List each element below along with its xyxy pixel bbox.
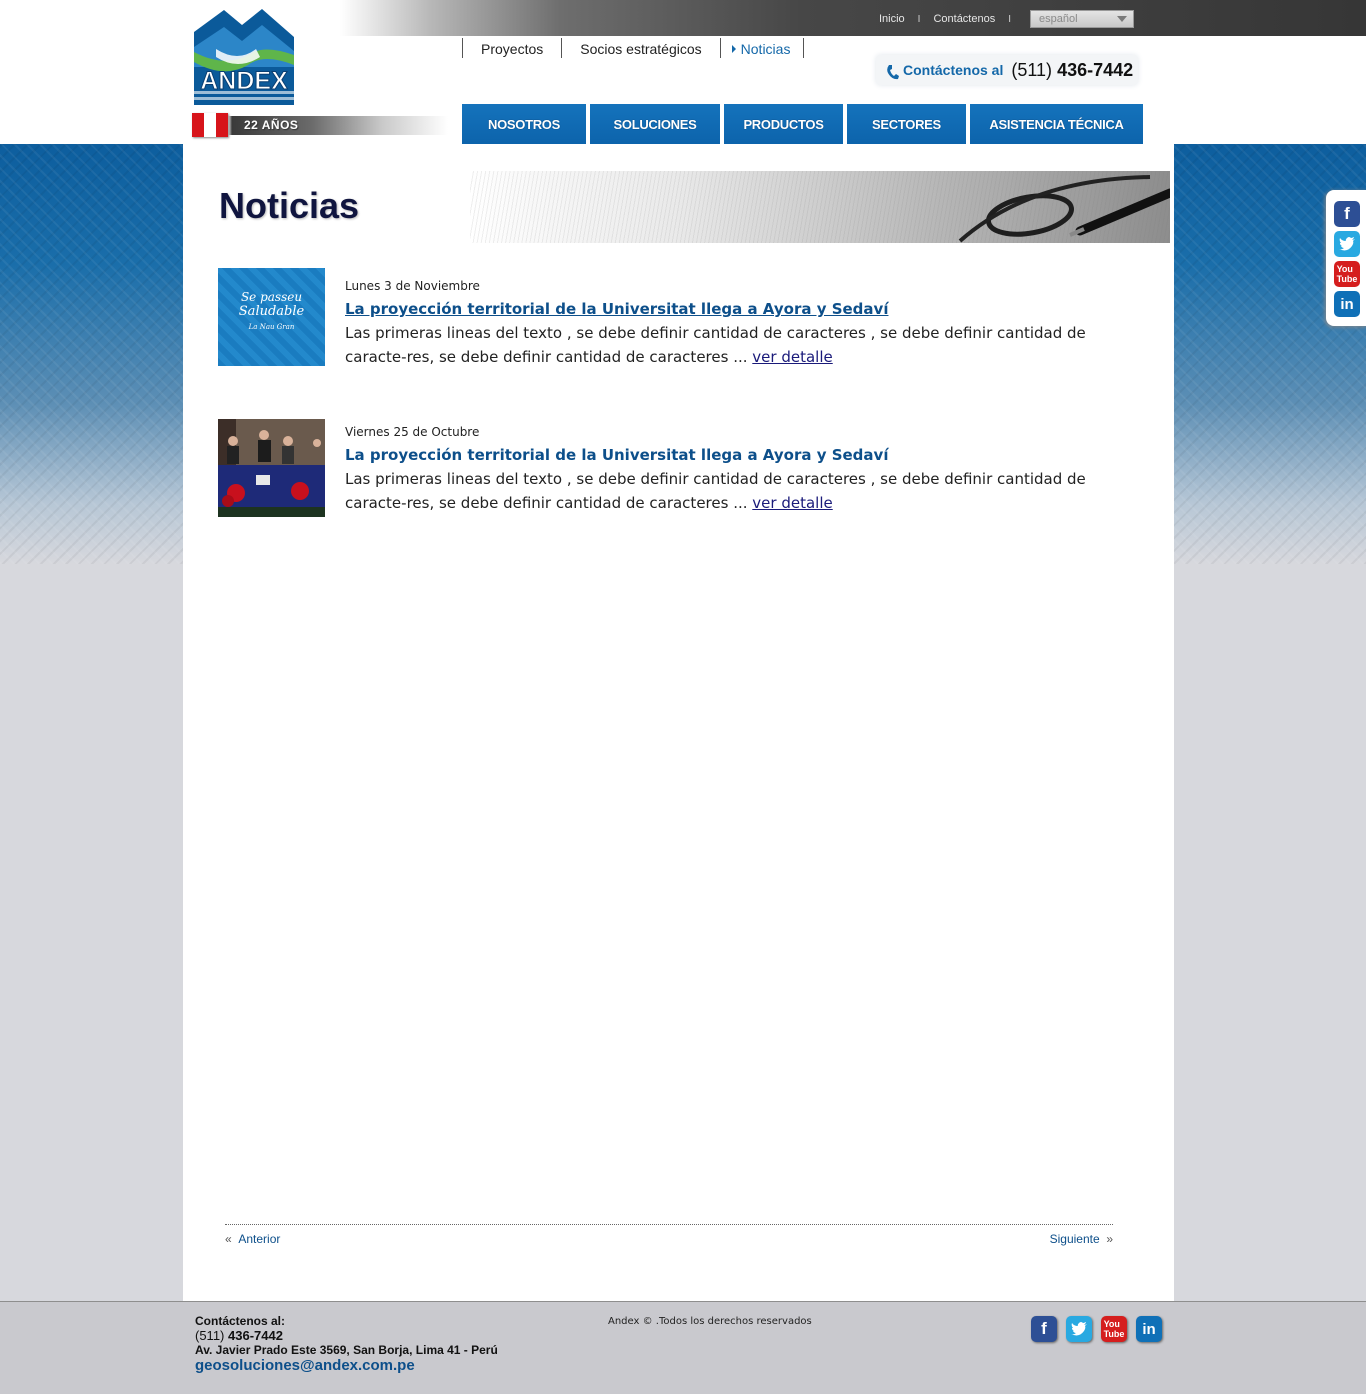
news-banner: [470, 171, 1170, 243]
separator: I: [917, 13, 921, 25]
top-link-inicio[interactable]: Inicio: [879, 13, 905, 25]
page-title: Noticias: [219, 185, 360, 226]
secondary-nav: Proyectos Socios estratégicos Noticias: [462, 38, 805, 58]
nav-productos[interactable]: PRODUCTOS: [724, 104, 843, 145]
ver-detalle-link[interactable]: ver detalle: [752, 494, 832, 512]
ver-detalle-link[interactable]: ver detalle: [752, 348, 832, 366]
copyright: Andex © .Todos los derechos reservados: [608, 1316, 812, 1327]
nav-noticias-label: Noticias: [740, 41, 791, 57]
nav-proyectos[interactable]: Proyectos: [462, 38, 561, 58]
caret-right-icon: [731, 45, 736, 53]
news-excerpt: Las primeras lineas del texto , se debe …: [345, 470, 1086, 512]
andex-logo[interactable]: ANDEX: [186, 7, 304, 110]
thumb-text: Se passeu: [240, 290, 303, 304]
nav-nosotros[interactable]: NOSOTROS: [462, 104, 586, 145]
glasses-pen-icon: [958, 175, 1170, 243]
anniversary-label: 22 AÑOS: [244, 118, 299, 132]
facebook-icon[interactable]: f: [1031, 1316, 1057, 1342]
anniversary-band: [192, 116, 448, 135]
footer-phone: (511) 436-7442: [195, 1328, 283, 1343]
nav-soluciones[interactable]: SOLUCIONES: [590, 104, 720, 145]
twitter-icon[interactable]: [1334, 231, 1360, 257]
pager-prev[interactable]: « Anterior: [225, 1232, 280, 1246]
header-contact-box: Contáctenos al (511) 436-7442: [876, 55, 1138, 85]
footer: Contáctenos al: (511) 436-7442 Av. Javie…: [0, 1301, 1366, 1394]
news-item: Se passeu Saludable La Nau Gran Lunes 3 …: [218, 268, 1118, 378]
main-nav: NOSOTROS SOLUCIONES PRODUCTOS SECTORES A…: [462, 104, 1147, 145]
footer-email-link[interactable]: geosoluciones@andex.com.pe: [195, 1357, 498, 1374]
twitter-icon[interactable]: [1066, 1316, 1092, 1342]
news-title-link[interactable]: La proyección territorial de la Universi…: [345, 446, 888, 464]
thumb-text: Saludable: [238, 304, 305, 319]
news-item: Viernes 25 de Octubre La proyección terr…: [218, 419, 1118, 529]
footer-address: Av. Javier Prado Este 3569, San Borja, L…: [195, 1343, 498, 1357]
youtube-icon[interactable]: You Tube: [1101, 1316, 1127, 1342]
news-thumbnail[interactable]: Se passeu Saludable La Nau Gran: [218, 268, 325, 366]
logo-wordmark: ANDEX: [200, 67, 288, 95]
footer-contact: Contáctenos al: (511) 436-7442 Av. Javie…: [195, 1314, 498, 1374]
separator: I: [1008, 13, 1011, 25]
phone-icon: [887, 65, 899, 80]
top-link-contactenos[interactable]: Contáctenos: [933, 13, 995, 25]
top-links: Inicio I Contáctenos I español: [879, 9, 1134, 29]
news-date: Lunes 3 de Noviembre: [345, 279, 480, 293]
footer-contact-label: Contáctenos al:: [195, 1314, 286, 1328]
news-date: Viernes 25 de Octubre: [345, 425, 480, 439]
contact-label: Contáctenos al: [903, 62, 1004, 78]
chevron-down-icon: [1117, 16, 1127, 22]
language-select[interactable]: español: [1030, 10, 1134, 28]
news-thumbnail[interactable]: [218, 419, 325, 517]
peru-flag-icon: [192, 113, 228, 137]
language-value: español: [1039, 13, 1078, 25]
nav-sectores[interactable]: SECTORES: [847, 104, 966, 145]
news-excerpt: Las primeras lineas del texto , se debe …: [345, 324, 1086, 366]
thumb-text: La Nau Gran: [248, 323, 295, 331]
pagination: « Anterior Siguiente »: [225, 1224, 1113, 1246]
youtube-icon[interactable]: You Tube: [1334, 261, 1360, 287]
social-sidebar: f You Tube in: [1326, 190, 1366, 326]
linkedin-icon[interactable]: in: [1136, 1316, 1162, 1342]
news-title-link[interactable]: La proyección territorial de la Universi…: [345, 300, 888, 318]
nav-asistencia-tecnica[interactable]: ASISTENCIA TÉCNICA: [970, 104, 1143, 145]
pager-next[interactable]: Siguiente »: [1050, 1232, 1113, 1246]
linkedin-icon[interactable]: in: [1334, 291, 1360, 317]
nav-noticias[interactable]: Noticias: [719, 38, 805, 58]
facebook-icon[interactable]: f: [1334, 201, 1360, 227]
nav-socios-estrategicos[interactable]: Socios estratégicos: [561, 38, 719, 58]
contact-phone: (511) 436-7442: [1011, 59, 1134, 80]
